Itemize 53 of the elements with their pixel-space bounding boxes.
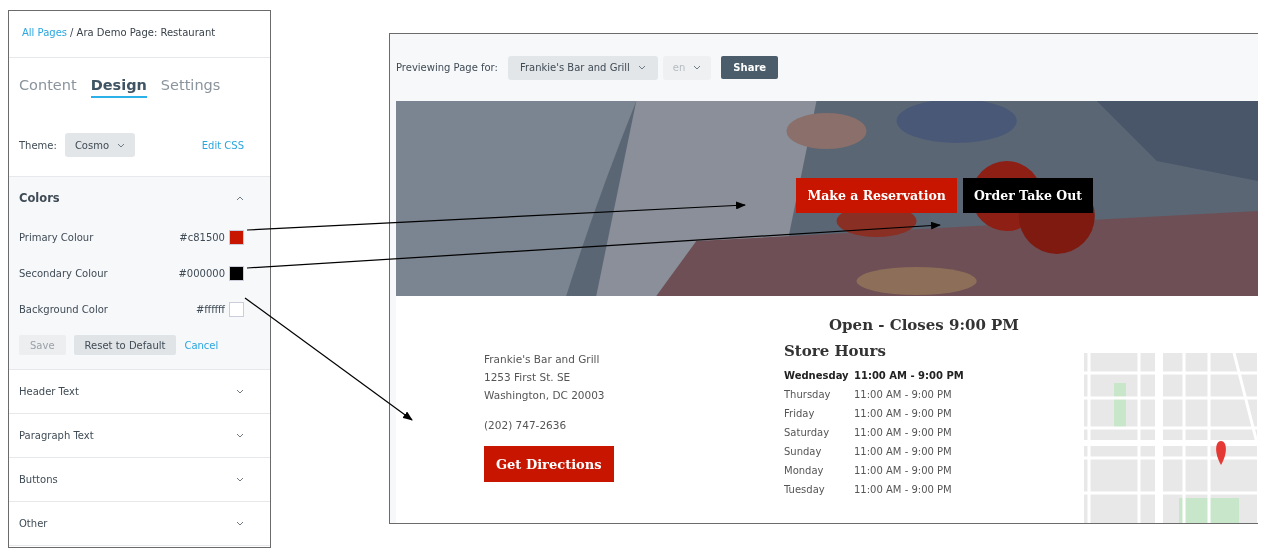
hours-time: 11:00 AM - 9:00 PM — [854, 370, 965, 381]
color-swatch[interactable] — [229, 301, 244, 317]
hours-time: 11:00 AM - 9:00 PM — [854, 484, 953, 495]
hours-heading: Store Hours — [784, 342, 887, 360]
chevron-down-icon — [236, 433, 244, 438]
page-title: / Ara Demo Page: Restaurant — [70, 27, 216, 40]
color-value: #c81500 — [179, 231, 225, 243]
hours-time: 11:00 AM - 9:00 PM — [854, 389, 953, 400]
theme-label: Theme: — [19, 139, 57, 151]
directions-button[interactable]: Get Directions — [484, 446, 614, 482]
location-dropdown[interactable]: Frankie's Bar and Grill — [507, 55, 658, 80]
chevron-down-icon — [637, 65, 646, 70]
chevron-down-icon — [236, 521, 244, 526]
preview-label: Previewing Page for: — [396, 62, 498, 73]
hours-time: 11:00 AM - 9:00 PM — [854, 465, 953, 476]
chevron-down-icon — [236, 389, 244, 394]
color-label: Secondary Colour — [19, 267, 108, 279]
section-header[interactable]: Other — [9, 502, 270, 545]
hours-day: Tuesday — [784, 484, 854, 495]
hero-button[interactable]: Make a Reservation — [796, 178, 957, 213]
address-line: 1253 First St. SE — [484, 370, 572, 385]
color-swatch[interactable] — [229, 229, 244, 245]
color-value: #000000 — [178, 267, 225, 279]
hero-button[interactable]: Order Take Out — [962, 178, 1093, 213]
hours-day: Thursday — [784, 389, 854, 400]
hours-day: Wednesday — [784, 370, 854, 381]
phone-number: (202) 747-2636 — [484, 418, 568, 433]
chevron-up-icon — [236, 195, 244, 201]
section-header[interactable]: Header Text — [9, 370, 270, 413]
theme-dropdown[interactable]: Cosmo — [64, 133, 136, 157]
color-swatch[interactable] — [229, 265, 244, 281]
chevron-down-icon — [693, 65, 702, 70]
address-line: Frankie's Bar and Grill — [484, 352, 601, 367]
address-line: Washington, DC 20003 — [484, 388, 606, 403]
hours-day: Sunday — [784, 446, 854, 457]
hours-time: 11:00 AM - 9:00 PM — [854, 427, 953, 438]
reset-button[interactable]: Reset to Default — [73, 335, 177, 355]
hours-day: Friday — [784, 408, 854, 419]
color-label: Background Color — [19, 303, 108, 315]
share-button[interactable]: Share — [721, 56, 779, 79]
tab[interactable]: Design — [90, 76, 147, 98]
section-header[interactable]: Paragraph Text — [9, 414, 270, 457]
color-label: Primary Colour — [19, 231, 94, 243]
hours-time: 11:00 AM - 9:00 PM — [854, 408, 953, 419]
open-status: Open - Closes 9:00 PM — [829, 316, 1019, 334]
chevron-down-icon — [117, 142, 126, 148]
hours-day: Monday — [784, 465, 854, 476]
chevron-down-icon — [236, 477, 244, 482]
section-header[interactable]: Buttons — [9, 458, 270, 501]
section-header[interactable]: Colors — [9, 177, 270, 219]
color-value: #ffffff — [195, 303, 225, 315]
hours-time: 11:00 AM - 9:00 PM — [854, 446, 953, 457]
hours-day: Saturday — [784, 427, 854, 438]
